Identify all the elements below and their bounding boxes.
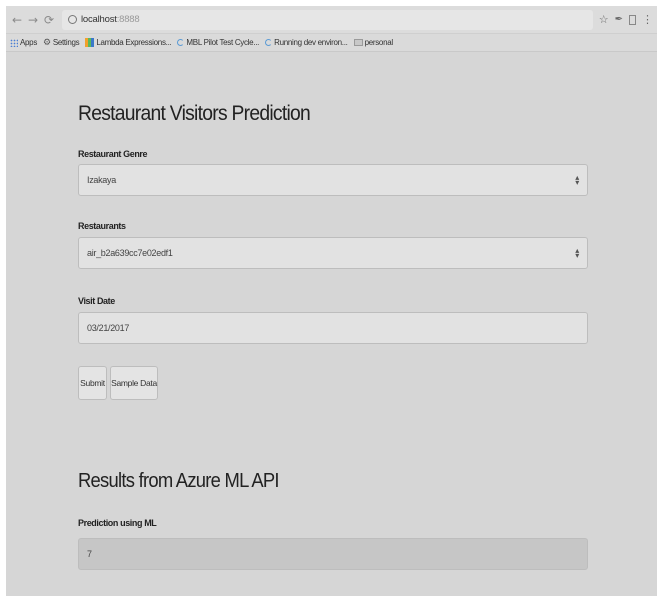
visit-date-input[interactable]: 03/21/2017 [78, 312, 588, 344]
url-port: :8888 [116, 14, 140, 25]
prediction-value: 7 [87, 549, 92, 559]
select-arrows-icon: ▴ ▾ [575, 246, 579, 260]
prediction-label: Prediction using ML [78, 518, 157, 528]
pen-extension-icon[interactable]: ✒ [615, 14, 623, 25]
bookmark-apps[interactable]: Apps [10, 38, 37, 47]
submit-button[interactable]: Submit [78, 366, 107, 400]
visit-date-value: 03/21/2017 [87, 323, 130, 333]
bookmark-label: Running dev environ... [274, 38, 348, 47]
visit-date-label: Visit Date [78, 296, 115, 306]
select-arrows-icon: ▴ ▾ [575, 173, 579, 187]
sample-data-button[interactable]: Sample Data [110, 366, 158, 400]
bookmark-label: Lambda Expressions... [96, 38, 172, 47]
url-host: localhost [81, 14, 117, 25]
results-title: Results from Azure ML API [78, 470, 280, 492]
menu-icon[interactable]: ⋮ [642, 13, 653, 26]
restaurants-label: Restaurants [78, 221, 126, 231]
bookmark-label: personal [364, 38, 394, 47]
bookmark-label: Settings [52, 38, 80, 47]
prediction-output: 7 [78, 538, 588, 570]
bookmarks-bar: Apps ⚙ Settings Lambda Expressions... MB… [6, 34, 657, 52]
page-title: Restaurant Visitors Prediction [78, 102, 311, 125]
address-bar[interactable]: localhost:8888 [62, 9, 593, 30]
star-icon[interactable]: ☆ [599, 13, 609, 26]
info-icon [68, 15, 77, 24]
reload-icon[interactable]: ⟳ [42, 12, 56, 28]
forward-arrow-icon[interactable]: → [26, 12, 40, 28]
genre-select[interactable]: Izakaya ▴ ▾ [78, 164, 588, 196]
restaurants-select[interactable]: air_b2a639cc7e02edf1 ▴ ▾ [78, 237, 588, 269]
browser-toolbar: ← → ⟳ localhost:8888 ☆ ✒ ⋮ [6, 6, 657, 34]
gear-icon: ⚙ [43, 37, 51, 48]
back-arrow-icon[interactable]: ← [10, 12, 24, 28]
spinner-icon [265, 39, 273, 46]
bookmark-running-dev[interactable]: Running dev environ... [265, 38, 348, 47]
bookmark-lambda[interactable]: Lambda Expressions... [85, 38, 172, 47]
bookmark-settings[interactable]: ⚙ Settings [43, 37, 80, 48]
genre-label: Restaurant Genre [78, 149, 148, 159]
bookmark-personal[interactable]: personal [353, 38, 394, 47]
folder-icon [353, 39, 363, 46]
spinner-icon [177, 39, 185, 46]
extension-icon[interactable] [629, 14, 636, 25]
bookmark-label: MBL Pilot Test Cycle... [186, 38, 260, 47]
genre-selected-value: Izakaya [87, 175, 116, 185]
bookmark-mbl[interactable]: MBL Pilot Test Cycle... [177, 38, 259, 47]
browser-window: ← → ⟳ localhost:8888 ☆ ✒ ⋮ Apps ⚙ Settin… [6, 6, 657, 596]
restaurants-selected-value: air_b2a639cc7e02edf1 [87, 248, 173, 258]
bookmark-label: Apps [20, 38, 38, 47]
apps-icon [10, 38, 18, 47]
lambda-icon [85, 38, 95, 47]
